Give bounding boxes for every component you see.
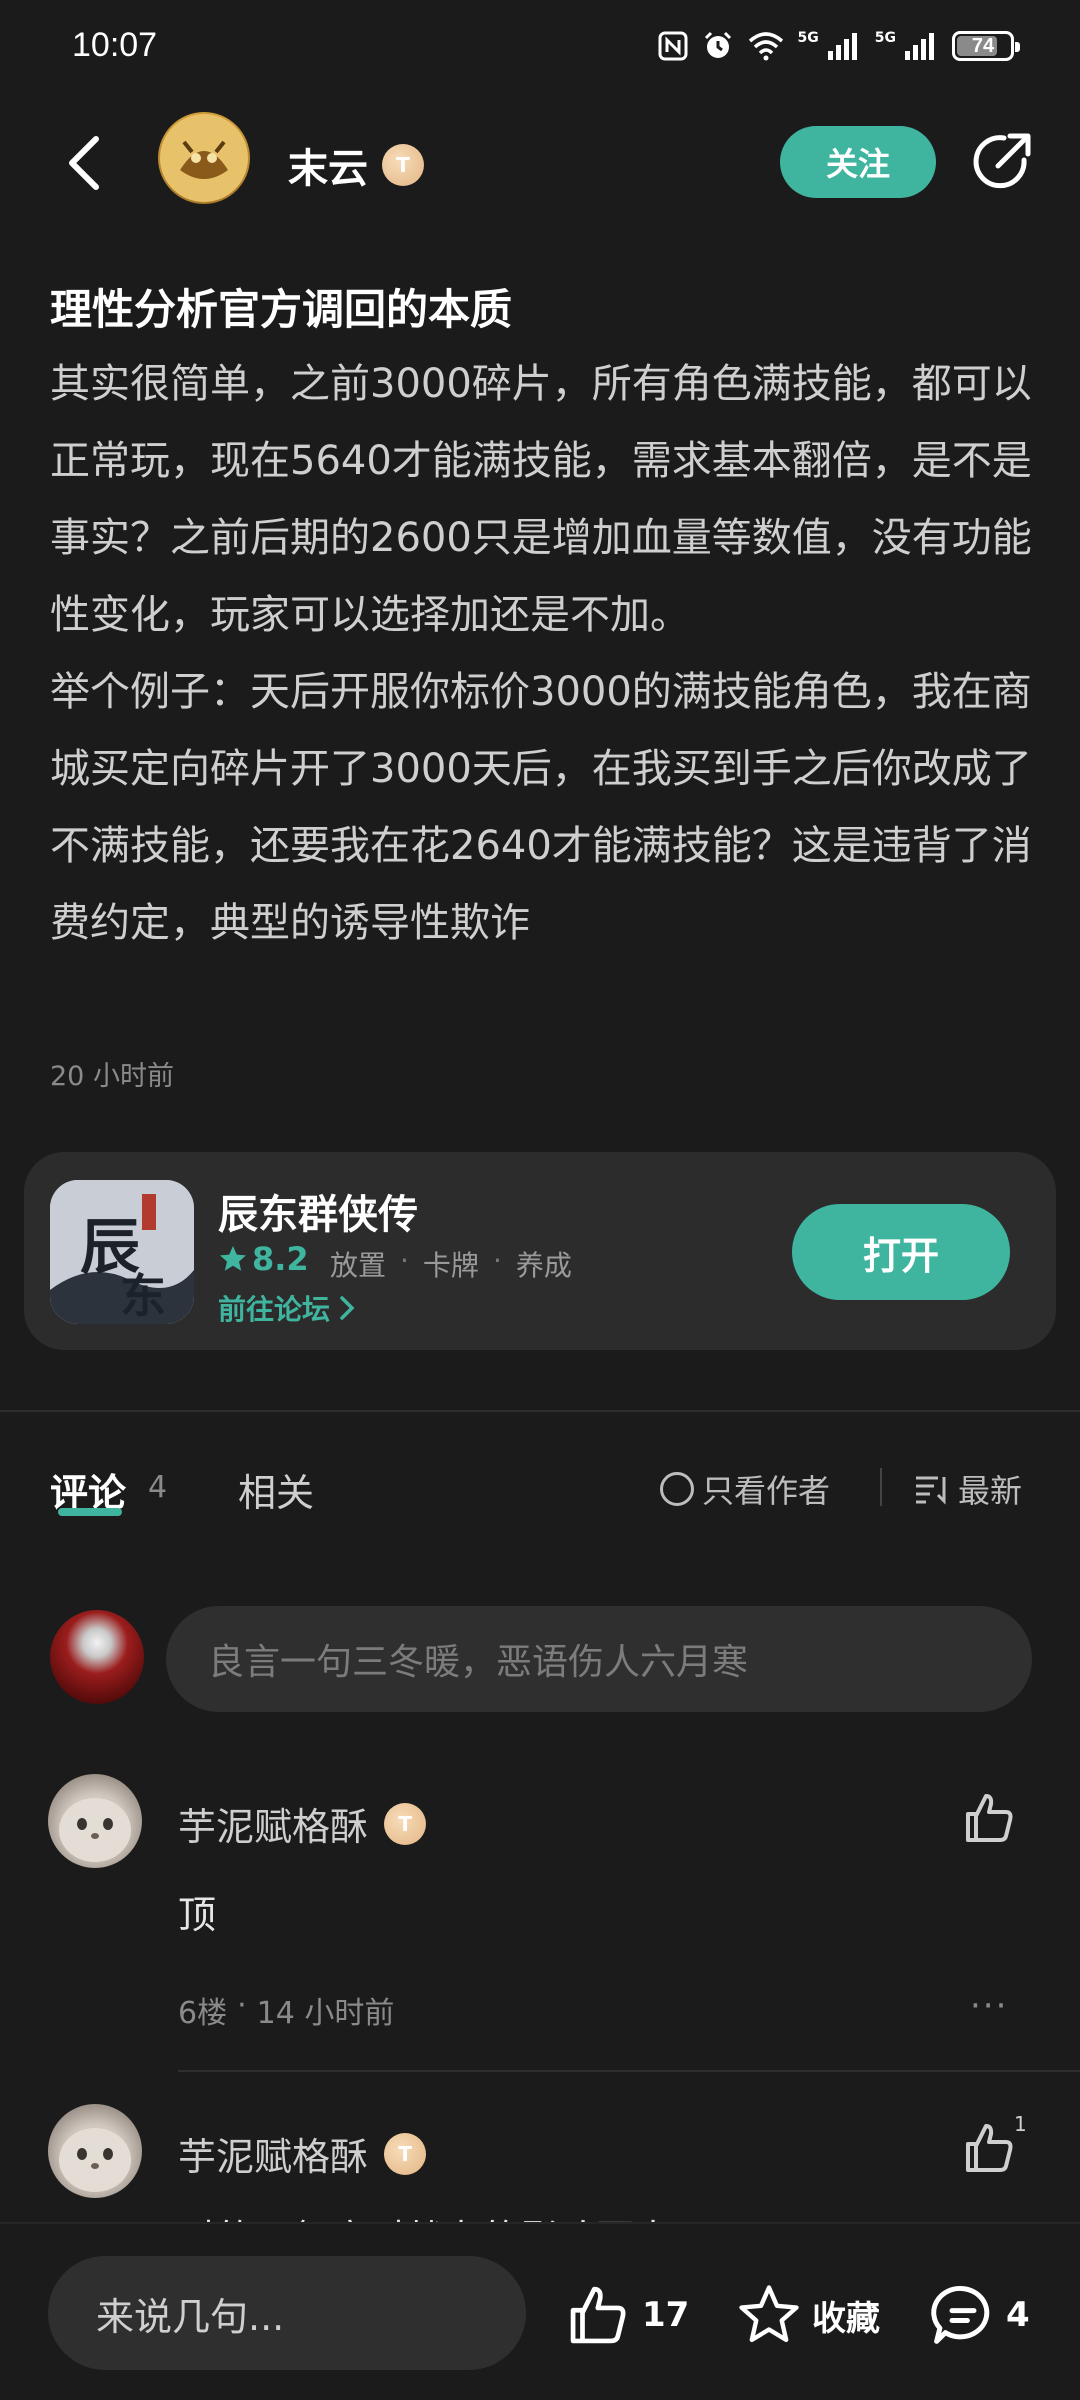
comment-divider	[178, 2070, 1080, 2072]
signal-bars-icon	[827, 31, 861, 61]
tab-active-indicator	[58, 1508, 122, 1516]
comment-like-button[interactable]	[962, 1790, 1022, 1850]
post-time: 20 小时前	[50, 1061, 174, 1092]
signal2-label: 5G	[874, 30, 896, 46]
game-tag: 放置	[330, 1249, 387, 1282]
open-game-button[interactable]: 打开	[792, 1204, 1010, 1300]
game-tag: 养成	[515, 1249, 572, 1282]
comment-input[interactable]: 良言一句三冬暖，恶语伤人六月寒	[166, 1606, 1032, 1712]
author-name-row[interactable]: 末云 T	[288, 136, 424, 194]
rating-value: 8.2	[252, 1240, 309, 1278]
game-name: 辰东群侠传	[218, 1192, 418, 1238]
thumbs-up-icon	[570, 2286, 626, 2344]
like-button[interactable]: 17	[566, 2282, 689, 2348]
separator	[880, 1468, 882, 1506]
radio-circle-icon	[660, 1472, 694, 1506]
commenter-avatar[interactable]	[48, 1774, 142, 1868]
level-badge-icon: T	[384, 2132, 427, 2175]
star-outline-icon	[739, 2285, 799, 2343]
commenter-name-row[interactable]: 芋泥赋格酥 T	[178, 1796, 427, 1851]
thumbs-up-icon	[966, 2124, 1013, 2172]
sort-newest-button[interactable]: 最新	[914, 1466, 1022, 1512]
section-divider	[0, 1410, 1080, 1412]
comment-like-count: 1	[1014, 2112, 1027, 2136]
comment-like-button[interactable]	[962, 2120, 1022, 2180]
back-button[interactable]	[54, 128, 114, 198]
author-avatar[interactable]	[158, 112, 250, 204]
commenter-avatar[interactable]	[48, 2104, 142, 2198]
only-author-label: 只看作者	[702, 1472, 831, 1510]
commenter-name-row[interactable]: 芋泥赋格酥 T	[178, 2126, 427, 2181]
level-badge-icon: T	[382, 144, 424, 186]
status-icons: 5G 5G 74	[658, 30, 1020, 62]
comment-meta: 6楼 · 14 小时前	[178, 1988, 395, 2031]
level-badge-icon: T	[384, 1802, 427, 1845]
like-count: 17	[642, 2295, 690, 2335]
only-author-toggle[interactable]: 只看作者	[660, 1466, 830, 1512]
nfc-icon	[658, 31, 688, 61]
star-icon	[220, 1246, 246, 1271]
commenter-name: 芋泥赋格酥	[178, 2135, 369, 2179]
comment-bubble-icon	[931, 2286, 990, 2344]
comments-button[interactable]: 4	[930, 2282, 1030, 2348]
follow-button[interactable]: 关注	[780, 126, 936, 198]
comment-count: 4	[1006, 2295, 1030, 2335]
alarm-icon	[702, 30, 734, 62]
tab-comments-count: 4	[148, 1470, 168, 1505]
signal-bars-icon	[904, 31, 938, 61]
svg-text:东: 东	[120, 1269, 166, 1323]
more-options-icon[interactable]: ···	[970, 1986, 1008, 2026]
comment-text: 顶	[178, 1893, 217, 1937]
battery-level: 74	[971, 34, 995, 57]
forum-link[interactable]: 前往论坛	[218, 1288, 356, 1328]
favorite-button[interactable]: 收藏	[736, 2282, 880, 2348]
game-rating: 8.2	[218, 1240, 309, 1278]
favorite-label: 收藏	[812, 2298, 880, 2339]
status-time: 10:07	[72, 26, 158, 64]
commenter-name: 芋泥赋格酥	[178, 1805, 369, 1849]
share-icon	[973, 133, 1031, 189]
author-name: 末云	[288, 146, 368, 192]
chevron-right-icon	[340, 1296, 355, 1320]
my-avatar[interactable]	[50, 1610, 144, 1704]
post-body: 其实很简单，之前3000碎片，所有角色满技能，都可以正常玩，现在5640才能满技…	[50, 361, 1032, 946]
back-chevron-icon	[69, 136, 99, 190]
game-tag: 卡牌	[422, 1249, 479, 1282]
forum-link-label: 前往论坛	[218, 1293, 331, 1326]
sort-icon	[916, 1476, 946, 1505]
game-icon[interactable]: 辰 东	[50, 1180, 194, 1324]
reply-input[interactable]: 来说几句...	[48, 2256, 526, 2370]
signal1-label: 5G	[797, 30, 819, 46]
tab-related[interactable]: 相关	[238, 1462, 314, 1517]
battery-icon: 74	[952, 31, 1020, 61]
comment-floor: 6楼	[178, 1996, 228, 2031]
post-title: 理性分析官方调回的本质	[50, 285, 513, 334]
wifi-icon	[748, 31, 784, 61]
game-tags: 放置 · 卡牌 · 养成	[330, 1244, 572, 1282]
thumbs-up-icon	[966, 1794, 1013, 1842]
comment-time: 14 小时前	[256, 1996, 395, 2031]
sort-label: 最新	[958, 1472, 1023, 1510]
share-button[interactable]	[968, 126, 1038, 196]
